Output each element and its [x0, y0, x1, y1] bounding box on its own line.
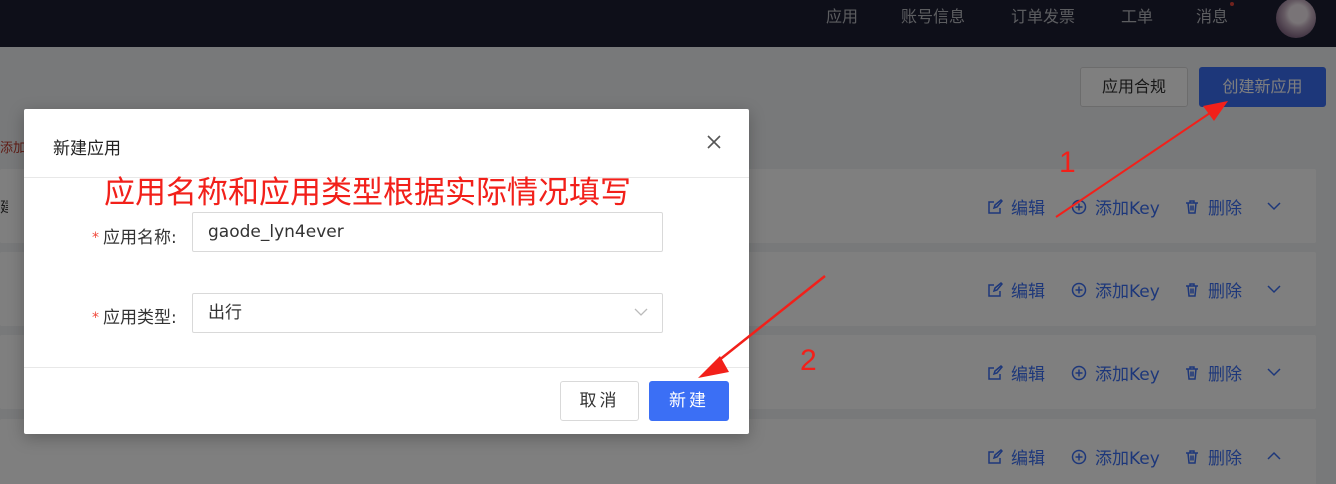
app-name-value: gaode_lyn4ever [208, 222, 344, 242]
chevron-down-icon [634, 308, 648, 316]
required-mark: * [92, 230, 99, 246]
step-2-label: 2 [800, 344, 817, 377]
app-name-input[interactable]: gaode_lyn4ever [192, 212, 663, 252]
app-type-value: 出行 [208, 303, 242, 323]
step-1-label: 1 [1059, 146, 1076, 179]
annotation-text: 应用名称和应用类型根据实际情况填写 [104, 175, 631, 211]
close-icon[interactable] [706, 134, 722, 150]
dialog-title: 新建应用 [53, 139, 121, 159]
cancel-button[interactable]: 取消 [560, 381, 639, 421]
app-name-label-text: 应用名称: [103, 228, 177, 248]
create-button[interactable]: 新建 [649, 381, 729, 421]
app-type-label-text: 应用类型: [103, 308, 177, 328]
app-type-select[interactable]: 出行 [192, 293, 663, 333]
new-app-dialog: 新建应用 应用名称和应用类型根据实际情况填写 * 应用名称: gaode_lyn4… [24, 109, 749, 434]
app-type-label: * 应用类型: [92, 303, 177, 328]
footer-divider [24, 367, 749, 368]
required-mark: * [92, 310, 99, 326]
app-name-label: * 应用名称: [92, 223, 177, 248]
